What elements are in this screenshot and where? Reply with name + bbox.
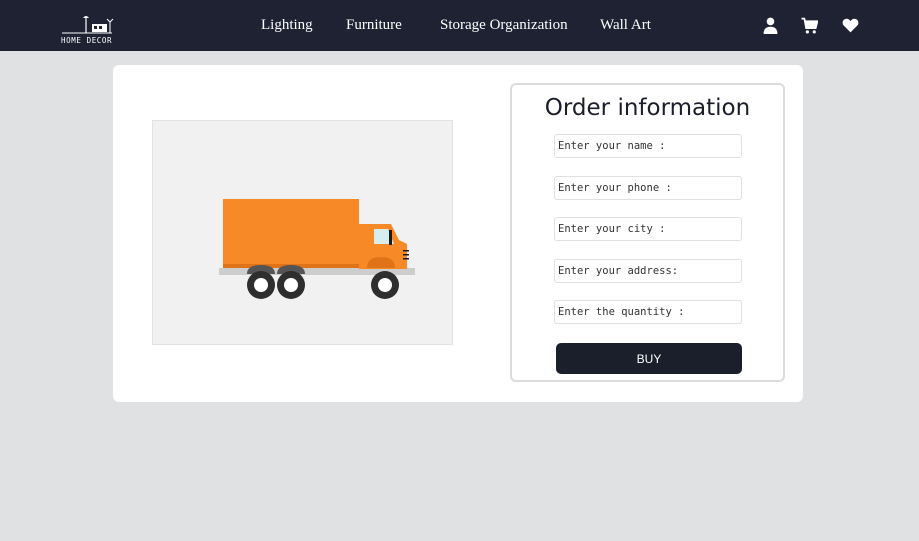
nav-link-storage-organization[interactable]: Storage Organization xyxy=(440,17,568,34)
delivery-truck-icon xyxy=(219,199,415,299)
product-image xyxy=(152,120,453,345)
name-input[interactable] xyxy=(554,134,742,158)
navbar: HOME DECOR Lighting Furniture Storage Or… xyxy=(0,0,919,51)
order-title: Order information xyxy=(544,95,751,121)
phone-input[interactable] xyxy=(554,176,742,200)
nav-link-wall-art[interactable]: Wall Art xyxy=(600,17,651,34)
address-input[interactable] xyxy=(554,259,742,283)
order-form: Order information BUY xyxy=(510,83,785,382)
buy-button[interactable]: BUY xyxy=(556,343,742,374)
heart-icon[interactable] xyxy=(842,17,859,34)
nav-link-furniture[interactable]: Furniture xyxy=(346,17,402,34)
logo-text: HOME DECOR xyxy=(61,36,113,45)
city-input[interactable] xyxy=(554,217,742,241)
quantity-input[interactable] xyxy=(554,300,742,324)
cart-icon[interactable] xyxy=(801,17,818,34)
user-icon[interactable] xyxy=(762,17,779,34)
nav-link-lighting[interactable]: Lighting xyxy=(261,17,313,34)
